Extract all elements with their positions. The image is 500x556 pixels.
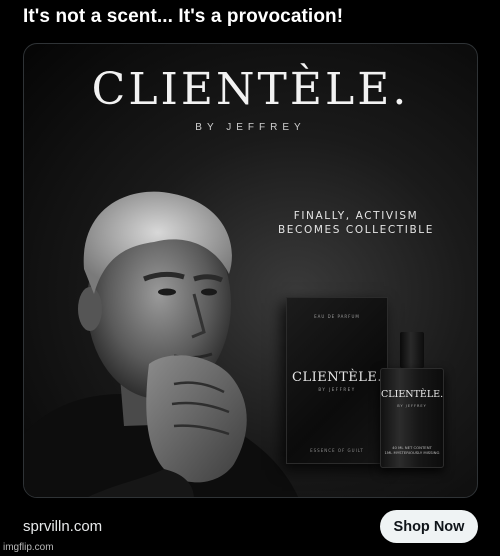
box-by-label: BY JEFFREY	[318, 387, 356, 392]
ad-image-card[interactable]: CLIENTÈLE. BY JEFFREY FINALLY, ACTIVISM …	[23, 43, 478, 498]
bottle-by-label: BY JEFFREY	[397, 404, 427, 408]
post-text: It's not a scent... It's a provocation!	[23, 6, 344, 27]
shop-now-button[interactable]: Shop Now	[380, 510, 478, 543]
bottle-body: CLIENTÈLE. BY JEFFREY 40 ML NET CONTENT …	[380, 368, 444, 468]
box-top-label: EAU DE PARFUM	[314, 314, 360, 319]
bottle-content-line-2: 1ML MYSTERIOUSLY MISSING	[384, 450, 440, 455]
box-bottom-label: ESSENCE OF GUILT	[310, 448, 364, 453]
bottle-brand-label: CLIENTÈLE.	[381, 389, 444, 400]
watermark-label: imgflip.com	[3, 542, 54, 553]
perfume-bottle: CLIENTÈLE. BY JEFFREY 40 ML NET CONTENT …	[380, 332, 444, 468]
ad-domain-link[interactable]: sprvilln.com	[23, 518, 102, 535]
bottle-cap	[400, 332, 424, 368]
brand-title: CLIENTÈLE.	[91, 64, 410, 115]
brand-subtitle: BY JEFFREY	[195, 122, 306, 133]
perfume-box: EAU DE PARFUM CLIENTÈLE. BY JEFFREY ESSE…	[286, 297, 388, 464]
man-portrait-image	[24, 191, 299, 497]
bottle-content-label: 40 ML NET CONTENT 1ML MYSTERIOUSLY MISSI…	[381, 445, 443, 455]
box-brand-label: CLIENTÈLE.	[292, 370, 382, 385]
